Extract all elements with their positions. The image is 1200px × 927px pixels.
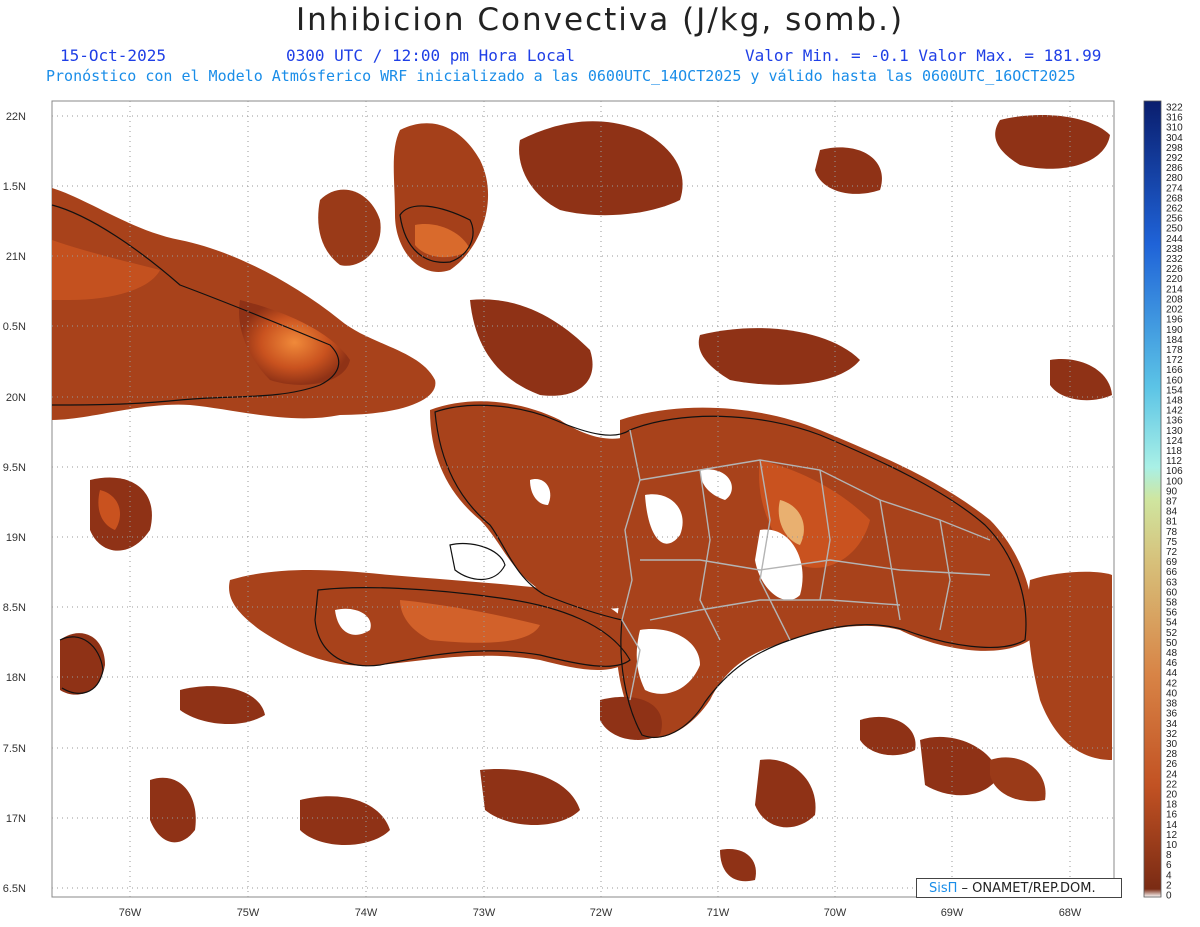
cin-map: 22N 1.5N 21N 0.5N 20N 9.5N 19N 8.5N 18N … [3,100,1183,919]
lat-label: 17N [6,813,26,825]
lat-label: 1.5N [3,181,26,193]
model-info: Pronóstico con el Modelo Atmósferico WRF… [46,67,1076,85]
lon-label: 69W [941,907,964,919]
lon-label: 75W [237,907,260,919]
lat-label: 9.5N [3,462,26,474]
lon-label: 71W [707,907,730,919]
lon-label: 76W [119,907,142,919]
lat-label: 21N [6,251,26,263]
lat-label: 22N [6,111,26,123]
lat-label: 18N [6,672,26,684]
lat-label: 8.5N [3,602,26,614]
colorbar-labels: 3223163103042982922862802742682622562502… [1166,103,1183,902]
credit-box: SisΠ – ONAMET/REP.DOM. [916,878,1122,898]
forecast-date: 15-Oct-2025 [60,46,166,65]
colorbar [1143,100,1162,898]
lat-label: 20N [6,392,26,404]
lat-labels: 22N 1.5N 21N 0.5N 20N 9.5N 19N 8.5N 18N … [3,111,26,895]
lat-label: 0.5N [3,321,26,333]
lon-label: 70W [824,907,847,919]
credit-text: – ONAMET/REP.DOM. [957,881,1096,896]
colorbar-label: 0 [1166,891,1172,902]
map-title: Inhibicion Convectiva (J/kg, somb.) [295,2,905,38]
lat-label: 6.5N [3,883,26,895]
lon-label: 73W [473,907,496,919]
lon-labels: 76W 75W 74W 73W 72W 71W 70W 69W 68W [119,907,1082,919]
credit-brand: SisΠ [929,881,958,896]
forecast-time: 0300 UTC / 12:00 pm Hora Local [286,46,575,65]
lat-label: 19N [6,532,26,544]
lon-label: 68W [1059,907,1082,919]
min-max-values: Valor Min. = -0.1 Valor Max. = 181.99 [745,46,1102,65]
lon-label: 74W [355,907,378,919]
lat-label: 7.5N [3,743,26,755]
lon-label: 72W [590,907,613,919]
